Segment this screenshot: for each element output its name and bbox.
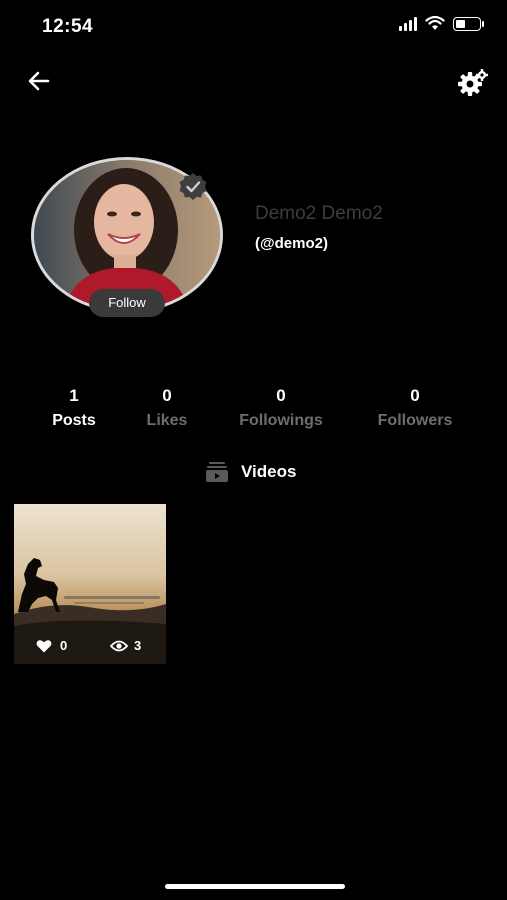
video-thumbnail[interactable]: 0 3 [14,504,166,664]
stat-label: Followings [239,412,323,429]
heart-icon [36,639,52,652]
stat-label: Followers [377,412,453,429]
arrow-left-icon[interactable] [24,66,54,96]
video-likes: 0 [36,638,67,653]
eye-icon [110,640,128,651]
stat-value: 1 [69,386,79,405]
status-bar: 12:54 [0,0,507,52]
video-likes-count: 0 [60,638,68,653]
stat-value: 0 [162,386,172,405]
home-indicator[interactable] [165,884,345,889]
profile-avatar-block: Follow [31,157,223,317]
battery-icon [453,16,484,31]
stat-posts[interactable]: 1 Posts [52,386,96,430]
follow-button[interactable]: Follow [89,289,165,317]
stat-followers[interactable]: 0 Followers [378,386,453,430]
profile-name: Demo2 Demo2 [255,203,383,224]
profile-handle: (@demo2) [255,235,328,252]
signal-icon [399,16,417,31]
stat-likes[interactable]: 0 Likes [147,386,188,430]
gear-icon[interactable] [457,66,489,98]
verified-badge-icon [179,173,207,200]
video-views: 3 [110,638,141,653]
tab-videos-label: Videos [241,462,297,481]
status-time: 12:54 [42,16,94,37]
video-library-icon [206,462,228,482]
stat-value: 0 [276,386,286,405]
video-stats: 0 3 [14,628,166,664]
tab-videos[interactable]: Videos [205,461,296,483]
stat-value: 0 [410,386,420,405]
video-views-count: 3 [134,638,142,653]
stat-label: Posts [52,412,96,429]
stat-followings[interactable]: 0 Followings [239,386,323,430]
status-icons [399,16,484,31]
wifi-icon [425,16,445,30]
stat-label: Likes [146,412,188,429]
